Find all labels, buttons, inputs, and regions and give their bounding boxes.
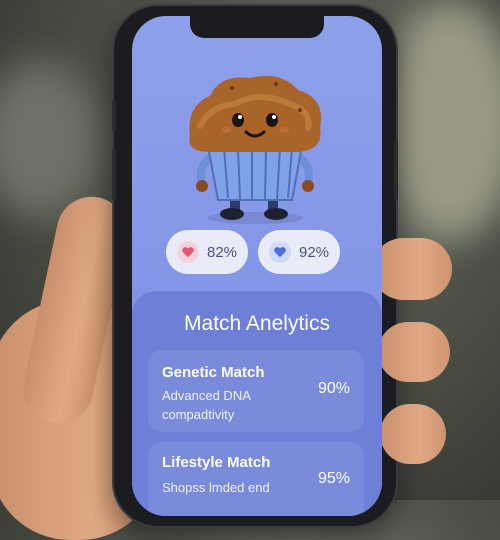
muffin-mascot <box>189 75 322 224</box>
stat-pill-match[interactable]: 92% <box>258 230 340 274</box>
heart-icon <box>176 241 199 263</box>
analytics-title: Match Anelytics <box>184 312 330 335</box>
stat-value: 92% <box>298 243 330 261</box>
stat-value: 82% <box>206 243 238 261</box>
genetic-match-card[interactable]: Genetic Match Advanced DNA compadtivity … <box>148 350 364 432</box>
phone-volume-button <box>112 100 116 130</box>
background-blur <box>0 60 100 220</box>
card-description: Shopss lmded end <box>162 480 270 495</box>
card-percentage: 90% <box>317 380 350 397</box>
finger <box>380 404 446 464</box>
finger <box>372 238 452 300</box>
background-blur <box>380 0 500 240</box>
phone-volume-button <box>112 150 116 200</box>
card-description: compadtivity <box>162 407 235 422</box>
heart-icon <box>268 241 291 263</box>
phone-notch <box>190 16 324 38</box>
card-percentage: 95% <box>317 470 350 487</box>
stat-pill-compatibility[interactable]: 82% <box>166 230 248 274</box>
finger <box>378 322 450 382</box>
card-title: Genetic Match <box>162 364 265 381</box>
card-title: Lifestyle Match <box>162 454 271 471</box>
lifestyle-match-card[interactable]: Lifestyle Match Shopss lmded end 95% <box>148 442 364 516</box>
app-screen: 82% 92% Match Anelytics Genetic Match Ad… <box>132 16 382 516</box>
phone-side-button <box>394 140 398 200</box>
card-description: Advanced DNA <box>162 388 251 403</box>
